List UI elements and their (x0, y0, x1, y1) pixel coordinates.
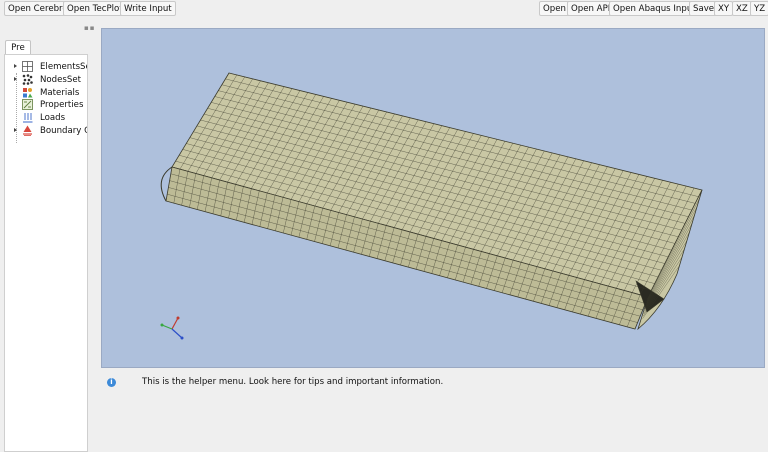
open-cerebro-button[interactable]: Open Cerebro (4, 1, 72, 16)
info-icon: i (107, 378, 116, 387)
tree-item-nodesset[interactable]: NodesSet (5, 74, 87, 86)
model-tree: ElementsSet NodesSet Materials (4, 54, 88, 452)
3d-viewport[interactable] (101, 28, 765, 368)
properties-icon (22, 99, 33, 110)
write-input-button[interactable]: Write Input (120, 1, 176, 16)
materials-icon (23, 88, 33, 98)
open-abaqus-input-button[interactable]: Open Abaqus Input (609, 1, 700, 16)
expand-arrow-icon[interactable] (14, 64, 17, 68)
boundary-icon (23, 125, 32, 136)
tree-item-elementsset[interactable]: ElementsSet (5, 61, 87, 73)
tab-pre[interactable]: Pre (5, 40, 31, 55)
mesh-model[interactable] (160, 72, 703, 331)
tree-item-label: Materials (40, 88, 80, 98)
open-tecplot-button[interactable]: Open TecPlot (63, 1, 127, 16)
tree-item-properties[interactable]: Properties (5, 99, 87, 111)
axis-triad-icon (160, 316, 184, 340)
expand-arrow-icon[interactable] (14, 128, 17, 132)
view-xz-button[interactable]: XZ (732, 1, 752, 16)
open-button[interactable]: Open (539, 1, 570, 16)
tree-item-label: Loads (40, 113, 66, 123)
helper-message: This is the helper menu. Look here for t… (142, 377, 444, 387)
mesh-canvas[interactable] (102, 29, 765, 368)
nodes-icon (22, 74, 33, 85)
tree-item-label: NodesSet (40, 75, 82, 85)
tree-item-label: Properties (40, 100, 84, 110)
view-yz-button[interactable]: YZ (750, 1, 768, 16)
tree-item-loads[interactable]: Loads (5, 112, 87, 124)
open-api-button[interactable]: Open API (567, 1, 615, 16)
tree-item-boundary-conditions[interactable]: Boundary Conditions (5, 125, 87, 137)
dock-handle[interactable]: ▪▪ (84, 25, 95, 32)
grid-icon (22, 61, 33, 72)
loads-icon (23, 113, 33, 123)
left-panel: Pre ElementsSet NodesSet (4, 40, 88, 452)
toolbar: Open Cerebro Open TecPlot Write Input Op… (0, 0, 768, 18)
view-xy-button[interactable]: XY (714, 1, 734, 16)
expand-arrow-icon[interactable] (14, 77, 17, 81)
tree-item-materials[interactable]: Materials (5, 87, 87, 99)
tree-item-label: Boundary Conditions (40, 126, 87, 136)
tree-item-label: ElementsSet (40, 62, 87, 72)
